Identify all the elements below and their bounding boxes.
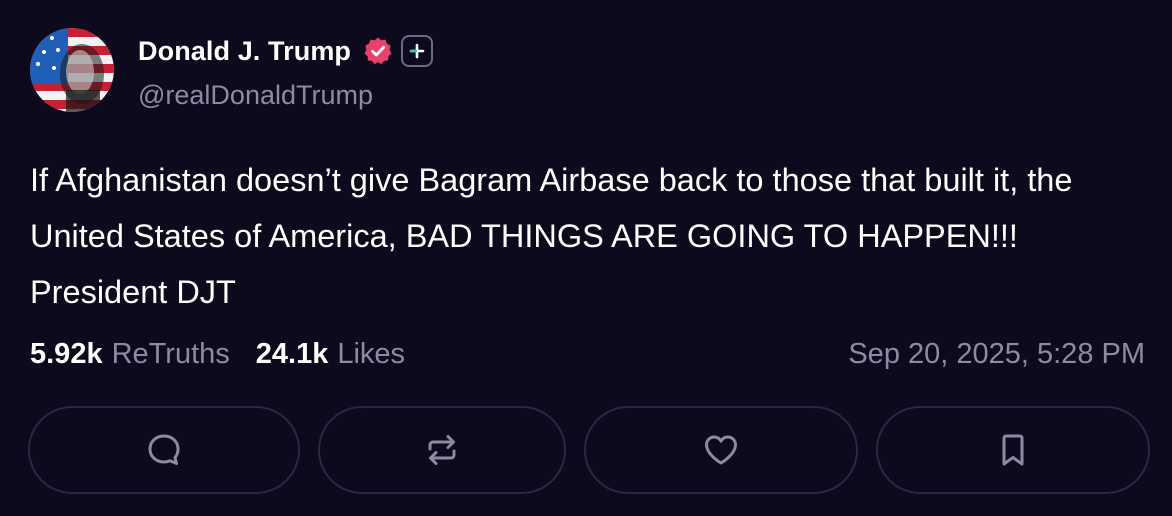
like-button[interactable] [584,406,858,494]
repost-icon [428,435,456,465]
heart-icon [705,435,737,465]
post-timestamp: Sep 20, 2025, 5:28 PM [848,337,1145,370]
likes-count: 24.1k [255,337,329,370]
likes-label: Likes [337,337,406,370]
action-bar [0,406,1172,494]
verified-badge-icon [364,37,392,65]
avatar-image [30,28,114,112]
retruths-stat[interactable]: 5.92k ReTruths [30,338,230,371]
avatar[interactable] [30,28,114,112]
retruth-button[interactable] [318,406,566,494]
reply-button[interactable] [28,406,300,494]
bookmark-icon [1002,434,1024,466]
post-text: If Afghanistan doesn’t give Bagram Airba… [30,162,1073,310]
author-handle[interactable]: @realDonaldTrump [138,80,373,111]
author-line: Donald J. Trump [138,34,434,68]
post-stats: 5.92k ReTruths 24.1k Likes Sep 20, 2025,… [30,334,1145,374]
retruths-label: ReTruths [111,337,230,370]
comment-icon [148,434,180,465]
post-card: Donald J. Trump @realDonaldTrump If Afgh… [0,0,1172,516]
bookmark-button[interactable] [876,406,1150,494]
retruths-count: 5.92k [30,337,103,370]
likes-stat[interactable]: 24.1k Likes [256,338,405,371]
plus-badge-icon [401,35,434,67]
author-display-name[interactable]: Donald J. Trump [138,36,351,67]
